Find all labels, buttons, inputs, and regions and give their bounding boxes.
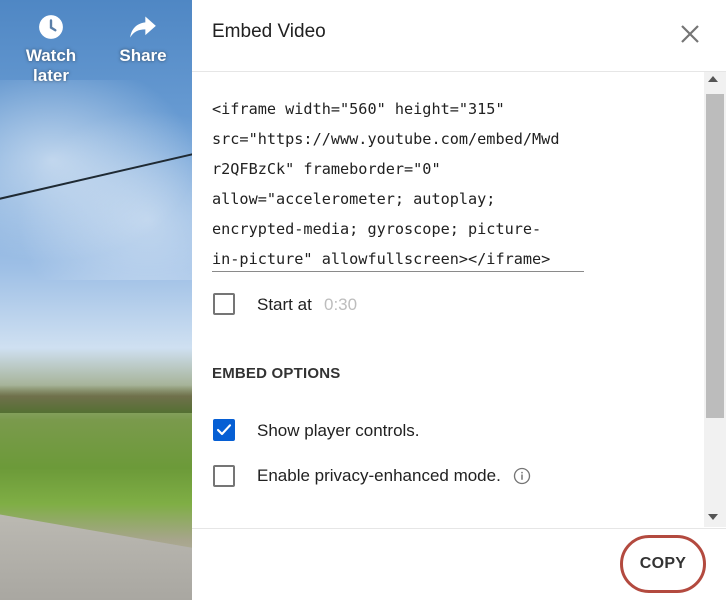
share-arrow-icon <box>130 16 156 38</box>
tree-line <box>0 385 192 413</box>
checkmark-icon <box>216 424 232 436</box>
embed-code-underline <box>212 271 584 272</box>
start-at-checkbox[interactable] <box>213 293 235 315</box>
embed-code-textarea[interactable]: <iframe width="560" height="315" src="ht… <box>212 94 584 274</box>
share-button[interactable]: Share <box>118 14 168 66</box>
share-label: Share <box>119 46 167 65</box>
scroll-up-arrow-icon[interactable] <box>708 76 718 82</box>
start-at-label: Start at <box>257 295 312 314</box>
footer-divider <box>192 528 726 529</box>
embed-dialog: Embed Video <iframe width="560" height="… <box>192 0 726 600</box>
header-divider <box>192 71 726 72</box>
clock-icon <box>39 15 63 39</box>
show-player-controls-checkbox[interactable] <box>213 419 235 441</box>
road <box>0 514 192 600</box>
close-icon[interactable] <box>678 22 702 46</box>
privacy-enhanced-checkbox[interactable] <box>213 465 235 487</box>
copy-button[interactable]: COPY <box>629 545 697 583</box>
power-line <box>0 150 192 202</box>
scrollbar-thumb[interactable] <box>706 94 724 418</box>
dialog-title: Embed Video <box>212 21 326 42</box>
embed-options-heading: EMBED OPTIONS <box>212 365 341 382</box>
privacy-enhanced-label: Enable privacy-enhanced mode. <box>257 466 501 485</box>
video-player[interactable]: Watch later Share <box>0 0 192 600</box>
info-icon[interactable] <box>513 467 531 485</box>
watch-later-label: Watch later <box>25 46 77 85</box>
show-player-controls-label: Show player controls. <box>257 421 420 440</box>
watch-later-button[interactable]: Watch later <box>6 14 96 86</box>
scroll-down-arrow-icon[interactable] <box>708 514 718 520</box>
start-at-time[interactable]: 0:30 <box>324 295 357 315</box>
